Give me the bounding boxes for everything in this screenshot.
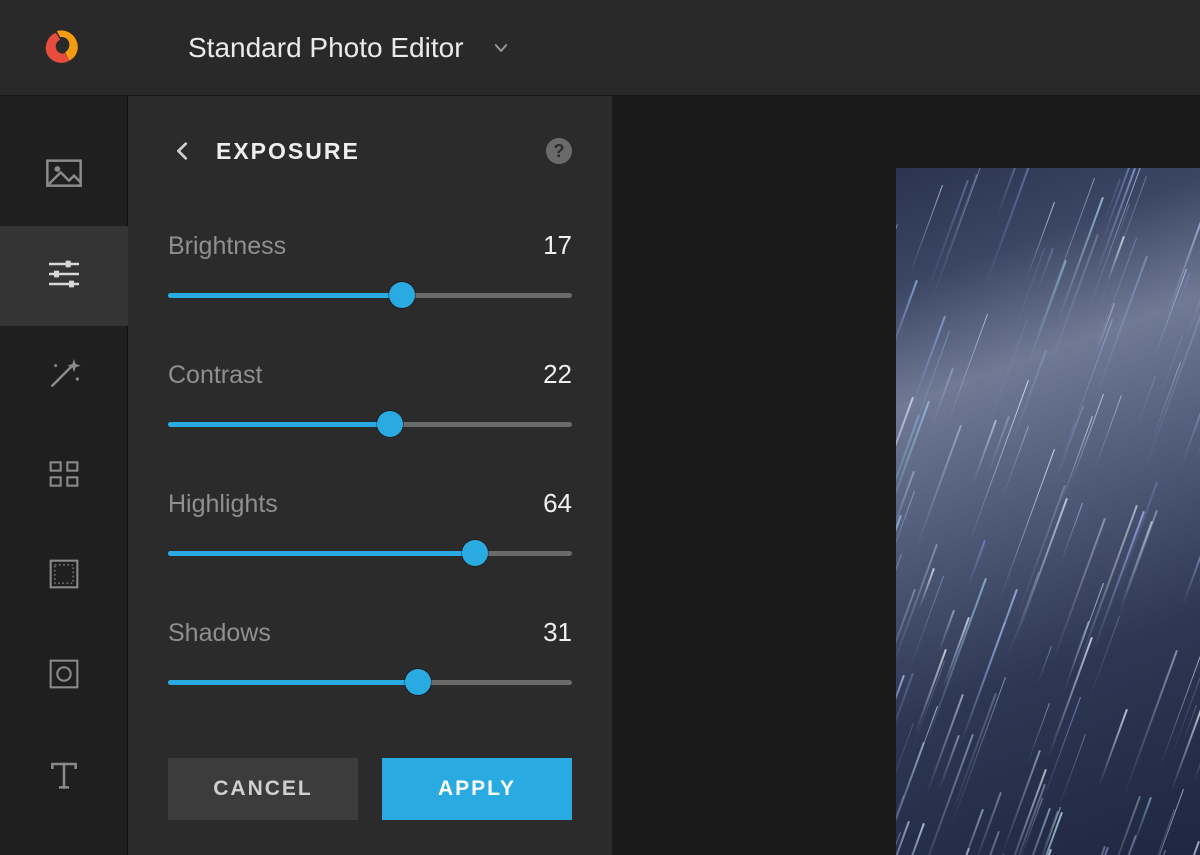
decorative-streak (912, 316, 946, 406)
decorative-streak (1037, 646, 1052, 685)
help-button[interactable]: ? (546, 138, 572, 164)
slider-thumb[interactable] (389, 282, 415, 308)
decorative-streak (1167, 200, 1200, 313)
decorative-streak (910, 661, 946, 756)
decorative-streak (1105, 796, 1142, 855)
decorative-streak (1194, 342, 1200, 462)
decorative-streak (968, 380, 1029, 545)
decorative-streak (1033, 178, 1095, 346)
help-icon: ? (554, 141, 565, 162)
image-icon (44, 154, 84, 199)
decorative-streak (1142, 309, 1200, 473)
slider-thumb[interactable] (405, 669, 431, 695)
tool-sidebar (0, 96, 128, 855)
decorative-streak (1194, 732, 1200, 781)
slider-contrast[interactable] (168, 412, 572, 436)
param-highlights: Highlights 64 (168, 488, 572, 565)
decorative-streak (1057, 423, 1076, 471)
editor-mode-dropdown[interactable]: Standard Photo Editor (188, 32, 510, 64)
sidebar-item-grid[interactable] (0, 426, 128, 526)
decorative-streak (927, 180, 969, 291)
slider-fill (168, 551, 475, 556)
decorative-streak (914, 649, 947, 733)
param-brightness: Brightness 17 (168, 230, 572, 307)
image-preview[interactable] (896, 168, 1200, 855)
slider-fill (168, 422, 390, 427)
decorative-streak (938, 610, 955, 652)
decorative-streak (1181, 533, 1200, 606)
decorative-streak (926, 578, 987, 741)
sidebar-item-text[interactable] (0, 726, 128, 826)
decorative-streak (967, 540, 986, 587)
decorative-streak (1150, 652, 1177, 723)
chevron-down-icon (492, 39, 510, 57)
sidebar-item-focus[interactable] (0, 626, 128, 726)
param-label: Contrast (168, 361, 262, 390)
decorative-streak (995, 168, 1033, 219)
slider-highlights[interactable] (168, 541, 572, 565)
slider-shadows[interactable] (168, 670, 572, 694)
param-label: Shadows (168, 619, 271, 648)
decorative-streak (916, 425, 962, 547)
sidebar-item-adjust[interactable] (0, 226, 128, 326)
decorative-streak (1059, 416, 1093, 506)
decorative-streak (913, 734, 974, 855)
decorative-streak (1152, 362, 1181, 439)
exposure-panel: EXPOSURE ? Brightness 17 Contrast 22 Highlig… (128, 96, 612, 855)
apply-button[interactable]: APPLY (382, 758, 572, 820)
decorative-streak (1026, 202, 1055, 278)
param-value: 64 (543, 488, 572, 519)
decorative-streak (1016, 485, 1065, 617)
decorative-streak (1181, 349, 1200, 464)
param-label: Brightness (168, 232, 286, 261)
decorative-streak (1153, 269, 1187, 359)
decorative-streak (1137, 376, 1156, 426)
decorative-streak (1037, 248, 1054, 290)
text-icon (44, 754, 84, 799)
decorative-streak (1000, 449, 1056, 600)
decorative-streak (1159, 639, 1200, 769)
slider-fill (168, 293, 402, 298)
sliders-icon (44, 254, 84, 299)
sidebar-item-effects[interactable] (0, 326, 128, 426)
top-bar: Standard Photo Editor (0, 0, 1200, 96)
slider-thumb[interactable] (377, 411, 403, 437)
slider-fill (168, 680, 418, 685)
back-button[interactable] (168, 136, 198, 166)
decorative-streak (896, 589, 916, 685)
app-logo-icon (40, 27, 82, 69)
param-shadows: Shadows 31 (168, 617, 572, 694)
slider-thumb[interactable] (462, 540, 488, 566)
cancel-button[interactable]: CANCEL (168, 758, 358, 820)
decorative-streak (1118, 482, 1159, 588)
sidebar-item-frame[interactable] (0, 526, 128, 626)
decorative-streak (1098, 709, 1128, 786)
frame-icon (44, 554, 84, 599)
decorative-streak (1084, 846, 1107, 855)
decorative-streak (1144, 841, 1200, 855)
decorative-streak (896, 280, 918, 358)
focus-icon (44, 654, 84, 699)
decorative-streak (1014, 498, 1068, 642)
sidebar-item-image[interactable] (0, 126, 128, 226)
canvas-area (612, 96, 1200, 855)
panel-title: EXPOSURE (216, 138, 360, 165)
magic-wand-icon (44, 354, 84, 399)
decorative-streak (1185, 219, 1200, 265)
decorative-streak (1070, 394, 1104, 486)
grid-icon (44, 454, 84, 499)
param-value: 17 (543, 230, 572, 261)
decorative-streak (896, 224, 898, 372)
slider-brightness[interactable] (168, 283, 572, 307)
decorative-streak (1102, 179, 1121, 226)
editor-mode-label: Standard Photo Editor (188, 32, 464, 64)
param-contrast: Contrast 22 (168, 359, 572, 436)
param-value: 22 (543, 359, 572, 390)
param-value: 31 (543, 617, 572, 648)
param-label: Highlights (168, 490, 278, 519)
